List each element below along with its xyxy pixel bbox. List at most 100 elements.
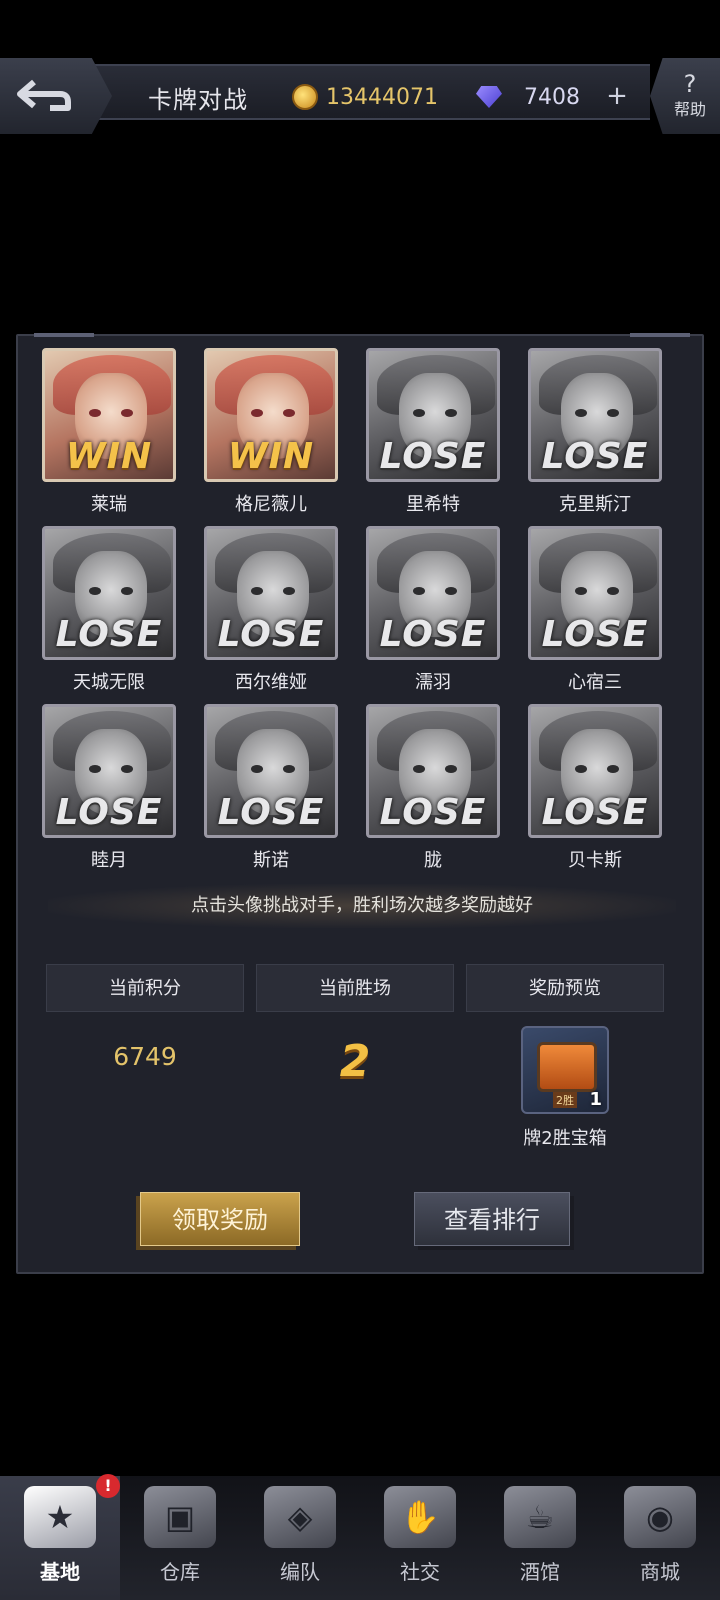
opponent-name: 格尼薇儿 [235, 494, 307, 515]
avatar-art [121, 409, 133, 417]
nav-label-base: 基地 [40, 1560, 80, 1584]
wins-header: 当前胜场 [256, 964, 454, 1012]
avatar-art [121, 765, 133, 773]
opponent-card[interactable]: WIN 莱瑞 [42, 348, 176, 516]
panel-accent [630, 333, 690, 337]
opponent-card[interactable]: LOSE 克里斯汀 [528, 348, 662, 516]
view-ranking-button[interactable]: 查看排行 [414, 1192, 570, 1246]
battle-result-label: LOSE [541, 792, 649, 833]
avatar-art [89, 409, 101, 417]
battle-result-label: WIN [65, 436, 153, 477]
formation-icon: ◈ [264, 1486, 336, 1548]
gold-counter: 13444071 [292, 82, 438, 112]
gem-icon [476, 86, 502, 108]
opponent-avatar[interactable]: LOSE [528, 526, 662, 660]
battle-result-label: LOSE [379, 614, 487, 655]
battle-result-label: LOSE [217, 614, 325, 655]
opponent-avatar[interactable]: LOSE [204, 704, 338, 838]
battle-result-label: LOSE [379, 436, 487, 477]
bottom-nav: ★ 基地 ! ▣ 仓库 ◈ 编队 ✋ 社交 ☕ 酒馆 ◉ 商城 [0, 1474, 720, 1600]
nav-item-tavern[interactable]: ☕ 酒馆 [480, 1476, 600, 1600]
nav-item-formation[interactable]: ◈ 编队 [240, 1476, 360, 1600]
opponent-card[interactable]: LOSE 天城无限 [42, 526, 176, 694]
gem-counter: 7408 [476, 82, 580, 112]
opponent-avatar[interactable]: LOSE [42, 704, 176, 838]
coin-icon [292, 84, 318, 110]
tavern-icon: ☕ [504, 1486, 576, 1548]
opponent-name: 睦月 [91, 850, 127, 871]
opponent-avatar[interactable]: WIN [42, 348, 176, 482]
nav-item-shop[interactable]: ◉ 商城 [600, 1476, 720, 1600]
gem-value: 7408 [524, 84, 580, 110]
avatar-art [251, 587, 263, 595]
opponent-card[interactable]: LOSE 濡羽 [366, 526, 500, 694]
social-icon: ✋ [384, 1486, 456, 1548]
opponent-name: 斯诺 [253, 850, 289, 871]
help-button[interactable]: ? 帮助 [650, 58, 720, 134]
question-mark-icon: ? [683, 70, 697, 98]
avatar-art [607, 587, 619, 595]
avatar-art [89, 587, 101, 595]
avatar-art [283, 587, 295, 595]
opponent-card[interactable]: LOSE 里希特 [366, 348, 500, 516]
reward-preview-header: 奖励预览 [466, 964, 664, 1012]
battle-result-label: WIN [227, 436, 315, 477]
avatar-art [607, 765, 619, 773]
opponent-card[interactable]: LOSE 斯诺 [204, 704, 338, 872]
current-score: 6749 [113, 1042, 177, 1071]
avatar-art [445, 765, 457, 773]
gold-value: 13444071 [326, 84, 438, 110]
chest-quantity: 1 [589, 1089, 602, 1110]
nav-item-social[interactable]: ✋ 社交 [360, 1476, 480, 1600]
warehouse-icon: ▣ [144, 1486, 216, 1548]
avatar-art [413, 409, 425, 417]
shop-icon: ◉ [624, 1486, 696, 1548]
avatar-art [413, 765, 425, 773]
opponent-card[interactable]: LOSE 贝卡斯 [528, 704, 662, 872]
opponent-name: 濡羽 [415, 672, 451, 693]
avatar-art [575, 765, 587, 773]
opponent-avatar[interactable]: LOSE [528, 348, 662, 482]
battle-result-label: LOSE [541, 614, 649, 655]
opponent-name: 天城无限 [73, 672, 145, 693]
battle-result-label: LOSE [217, 792, 325, 833]
opponent-name: 胧 [424, 850, 442, 871]
chest-graphic [537, 1042, 597, 1092]
opponent-avatar[interactable]: LOSE [528, 704, 662, 838]
battle-result-label: LOSE [55, 614, 163, 655]
back-button[interactable] [0, 58, 112, 134]
opponent-card[interactable]: LOSE 西尔维娅 [204, 526, 338, 694]
opponent-name: 克里斯汀 [559, 494, 631, 515]
avatar-art [283, 765, 295, 773]
avatar-art [251, 409, 263, 417]
back-arrow-icon [17, 79, 71, 111]
opponent-avatar[interactable]: LOSE [204, 526, 338, 660]
reward-name: 牌2胜宝箱 [523, 1128, 607, 1149]
opponent-avatar[interactable]: WIN [204, 348, 338, 482]
opponent-name: 莱瑞 [91, 494, 127, 515]
opponent-avatar[interactable]: LOSE [366, 704, 500, 838]
hint-text: 点击头像挑战对手，胜利场次越多奖励越好 [48, 884, 676, 928]
avatar-art [445, 587, 457, 595]
opponent-avatar[interactable]: LOSE [366, 526, 500, 660]
opponent-card[interactable]: LOSE 睦月 [42, 704, 176, 872]
nav-label-formation: 编队 [280, 1560, 320, 1584]
battle-result-label: LOSE [379, 792, 487, 833]
opponent-avatar[interactable]: LOSE [42, 526, 176, 660]
opponent-avatar[interactable]: LOSE [366, 348, 500, 482]
treasure-chest-icon[interactable]: 2胜 1 [521, 1026, 609, 1114]
nav-item-warehouse[interactable]: ▣ 仓库 [120, 1476, 240, 1600]
opponent-card[interactable]: LOSE 胧 [366, 704, 500, 872]
avatar-art [251, 765, 263, 773]
nav-item-base[interactable]: ★ 基地 ! [0, 1474, 120, 1600]
opponent-name: 心宿三 [568, 672, 622, 693]
nav-label-shop: 商城 [640, 1560, 680, 1584]
opponent-card[interactable]: WIN 格尼薇儿 [204, 348, 338, 516]
claim-reward-button[interactable]: 领取奖励 [140, 1192, 300, 1246]
base-icon: ★ [24, 1486, 96, 1548]
current-wins: 2 [339, 1036, 371, 1087]
opponent-name: 西尔维娅 [235, 672, 307, 693]
opponent-card[interactable]: LOSE 心宿三 [528, 526, 662, 694]
nav-label-social: 社交 [400, 1560, 440, 1584]
add-gems-button[interactable]: + [604, 83, 630, 110]
